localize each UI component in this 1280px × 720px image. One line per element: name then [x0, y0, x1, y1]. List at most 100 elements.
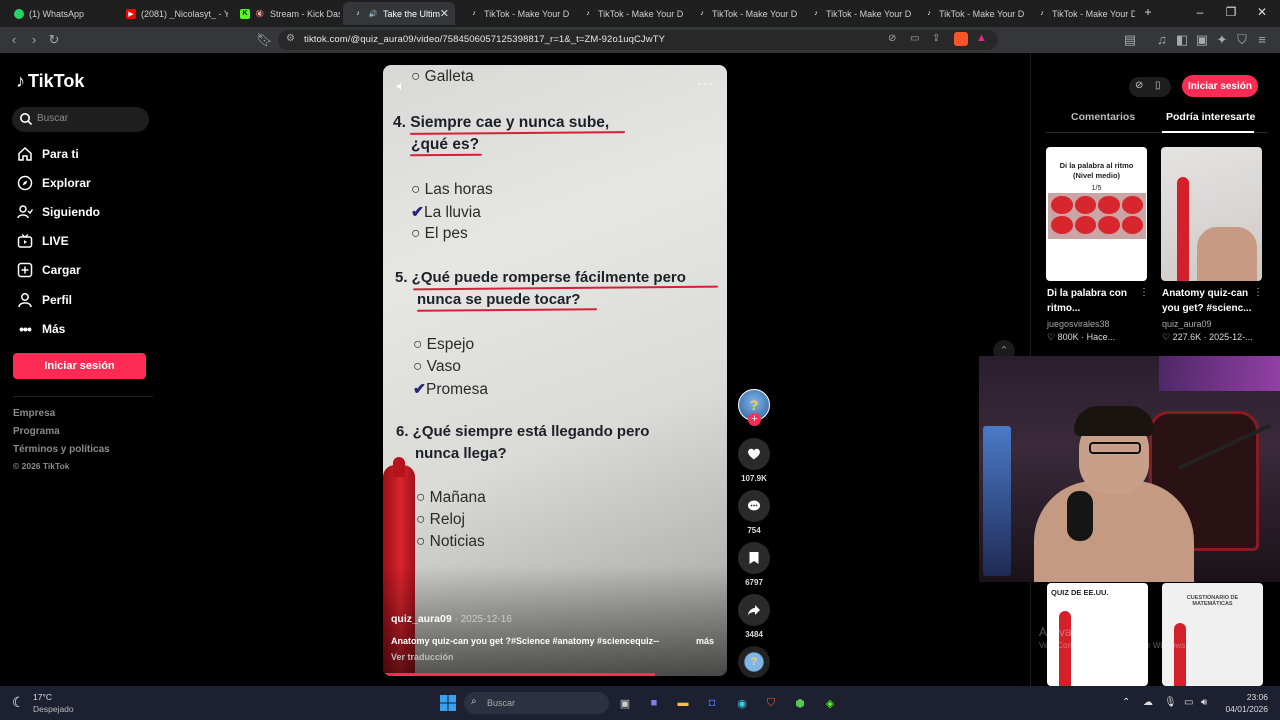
nav-perfil[interactable]: Perfil	[16, 290, 72, 310]
card-more-icon[interactable]: ⋮	[1253, 287, 1263, 298]
related-author-1[interactable]: juegosvirales38	[1047, 319, 1110, 329]
reader-icon[interactable]: ◧	[1174, 32, 1190, 48]
more-options-icon[interactable]: ···	[697, 75, 714, 91]
creator-avatar[interactable]: ? +	[738, 389, 770, 426]
search-input[interactable]: Buscar	[12, 107, 149, 132]
vpn-icon[interactable]: ⛉	[1234, 32, 1250, 48]
back-icon[interactable]: ‹	[6, 32, 22, 48]
site-info-icon[interactable]: ⚙	[286, 33, 295, 44]
tab-tiktok[interactable]: ♪ TikTok - Make Your Da	[1027, 2, 1135, 25]
obs-icon[interactable]: ◈	[820, 693, 840, 713]
bookmark-icon[interactable]: 🔖︎	[256, 32, 273, 48]
sidebar-toggle-icon[interactable]: ▤	[1122, 32, 1138, 48]
related-author-2[interactable]: quiz_aura09	[1162, 319, 1212, 329]
new-tab-button[interactable]: +	[1138, 5, 1158, 19]
video-progress-bar[interactable]	[383, 673, 655, 676]
share-button[interactable]: 3484	[738, 594, 770, 639]
footer-link-empresa[interactable]: Empresa	[13, 408, 55, 419]
tiktok-icon: ♪	[814, 10, 818, 17]
wallet-icon[interactable]: ▣	[1194, 32, 1210, 48]
microphone-icon[interactable]: 🎙︎	[1164, 697, 1177, 708]
related-thumb-2[interactable]	[1161, 147, 1262, 281]
video-player[interactable]: 🔈︎ ··· ○ Galleta 4. Siempre cae y nunca …	[383, 65, 727, 676]
related-title-1[interactable]: Di la palabra con ritmo...	[1047, 286, 1145, 316]
tab-comments[interactable]: Comentarios	[1071, 111, 1135, 123]
tray-chevron-icon[interactable]: ⌃	[1122, 697, 1130, 708]
save-button[interactable]: 6797	[738, 542, 770, 587]
restore-button[interactable]: ❐	[1221, 5, 1241, 19]
author-name[interactable]: quiz_aura09	[391, 613, 452, 625]
tab-tiktok[interactable]: ♪ TikTok - Make Your Da	[687, 2, 797, 25]
clock-time[interactable]: 23:06	[1238, 692, 1268, 702]
reload-icon[interactable]: ↻	[46, 32, 62, 48]
like-button[interactable]: 107.9K	[738, 438, 770, 483]
nav-siguiendo[interactable]: Siguiendo	[16, 202, 100, 222]
edge-icon[interactable]: ◉	[732, 693, 752, 713]
footer-link-programa[interactable]: Programa	[13, 426, 60, 437]
task-view-icon[interactable]: ▣	[615, 693, 635, 713]
nav-label: Explorar	[42, 176, 91, 190]
footer-link-terms[interactable]: Términos y políticas	[13, 444, 110, 455]
close-tab-icon[interactable]: ✕	[440, 7, 449, 20]
app-icon[interactable]: ⬢	[790, 693, 810, 713]
url-text[interactable]: tiktok.com/@quiz_aura09/video/7584506057…	[304, 34, 665, 45]
follow-plus-icon[interactable]: +	[748, 413, 761, 426]
tab-tiktok[interactable]: ♪ TikTok - Make Your Da	[914, 2, 1024, 25]
tab-kick[interactable]: K 🔇 Stream - Kick Dash	[230, 2, 340, 25]
related-title-2[interactable]: Anatomy quiz-can you get? #scienc...	[1162, 286, 1262, 316]
volume-icon[interactable]: 🔈︎	[397, 78, 405, 94]
teams-icon[interactable]: ■	[644, 693, 664, 713]
caption-more-link[interactable]: más	[696, 636, 714, 646]
start-button[interactable]	[438, 693, 458, 713]
volume-icon[interactable]: 🔊︎	[1201, 697, 1207, 708]
device-icon[interactable]: ▯	[1155, 80, 1161, 91]
related-thumb-4[interactable]: CUESTIONARIO DE MATEMÁTICAS	[1162, 583, 1263, 686]
related-thumb-1[interactable]: Di la palabra al ritmo (Nivel medio) 1/5	[1046, 147, 1147, 281]
tab-active-tiktok[interactable]: ♪ 🔊 Take the Ultim ✕	[343, 2, 455, 25]
card-more-icon[interactable]: ⋮	[1139, 287, 1149, 298]
option: ○ El pes	[411, 225, 468, 242]
leo-ai-icon[interactable]: ✦	[1214, 32, 1230, 48]
music-disc[interactable]: ?	[738, 646, 770, 678]
tab-tiktok[interactable]: ♪ TikTok - Make Your Da	[573, 2, 683, 25]
nav-explorar[interactable]: Explorar	[16, 173, 91, 193]
browser-toolbar: ‹ › ↻ 🔖︎ ⚙ tiktok.com/@quiz_aura09/video…	[0, 27, 1280, 53]
taskbar-search[interactable]: ⌕ Buscar	[464, 692, 609, 714]
tab-whatsapp[interactable]: (1) WhatsApp	[4, 2, 112, 25]
tiktok-logo[interactable]: ♪ TikTok	[16, 71, 84, 92]
windows-icon	[440, 695, 456, 711]
media-icon[interactable]: ♫	[1154, 32, 1170, 48]
brave-icon[interactable]: ⛉	[761, 693, 781, 713]
tab-tiktok[interactable]: ♪ TikTok - Make Your Da	[801, 2, 911, 25]
translate-link[interactable]: Ver traducción	[391, 652, 454, 662]
youtube-icon: ▶	[126, 8, 136, 19]
tab-related[interactable]: Podría interesarte	[1166, 111, 1255, 123]
file-explorer-icon[interactable]: ▬	[673, 693, 693, 713]
cast-icon[interactable]: ▭	[910, 33, 919, 44]
tab-youtube[interactable]: ▶ (2081) _Nicolasyt_ - Yo	[116, 2, 228, 25]
close-window-button[interactable]: ✕	[1252, 5, 1272, 19]
minimize-button[interactable]: –	[1190, 5, 1210, 19]
address-bar[interactable]: ⚙ tiktok.com/@quiz_aura09/video/75845060…	[278, 30, 998, 50]
menu-icon[interactable]: ≡	[1254, 32, 1270, 48]
login-button-top[interactable]: Iniciar sesión	[1182, 75, 1258, 97]
nav-cargar[interactable]: Cargar	[16, 260, 81, 280]
tray-app-icon[interactable]: ☁	[1143, 697, 1153, 708]
login-button[interactable]: Iniciar sesión	[13, 353, 146, 379]
weather-moon-icon[interactable]: ☾	[12, 694, 25, 711]
video-line: ○ Galleta	[411, 68, 474, 85]
clock-date[interactable]: 04/01/2026	[1220, 704, 1268, 714]
comment-button[interactable]: 754	[738, 490, 770, 535]
share-icon[interactable]: ⇪	[932, 33, 940, 44]
brave-shield-icon[interactable]	[954, 32, 968, 46]
tab-tiktok[interactable]: ♪ TikTok - Make Your Da	[459, 2, 569, 25]
network-icon[interactable]: ▭	[1184, 697, 1193, 708]
forward-icon[interactable]: ›	[26, 32, 42, 48]
nav-mas[interactable]: ••• Más	[16, 319, 65, 339]
brave-rewards-icon[interactable]: ▲	[976, 32, 987, 44]
store-icon[interactable]: ◘	[702, 693, 722, 713]
nav-live[interactable]: LIVE	[16, 231, 69, 251]
compass-icon[interactable]: ⊘	[1135, 80, 1143, 91]
tracking-off-icon[interactable]: ⊘	[888, 33, 896, 44]
nav-para-ti[interactable]: Para ti	[16, 144, 79, 164]
